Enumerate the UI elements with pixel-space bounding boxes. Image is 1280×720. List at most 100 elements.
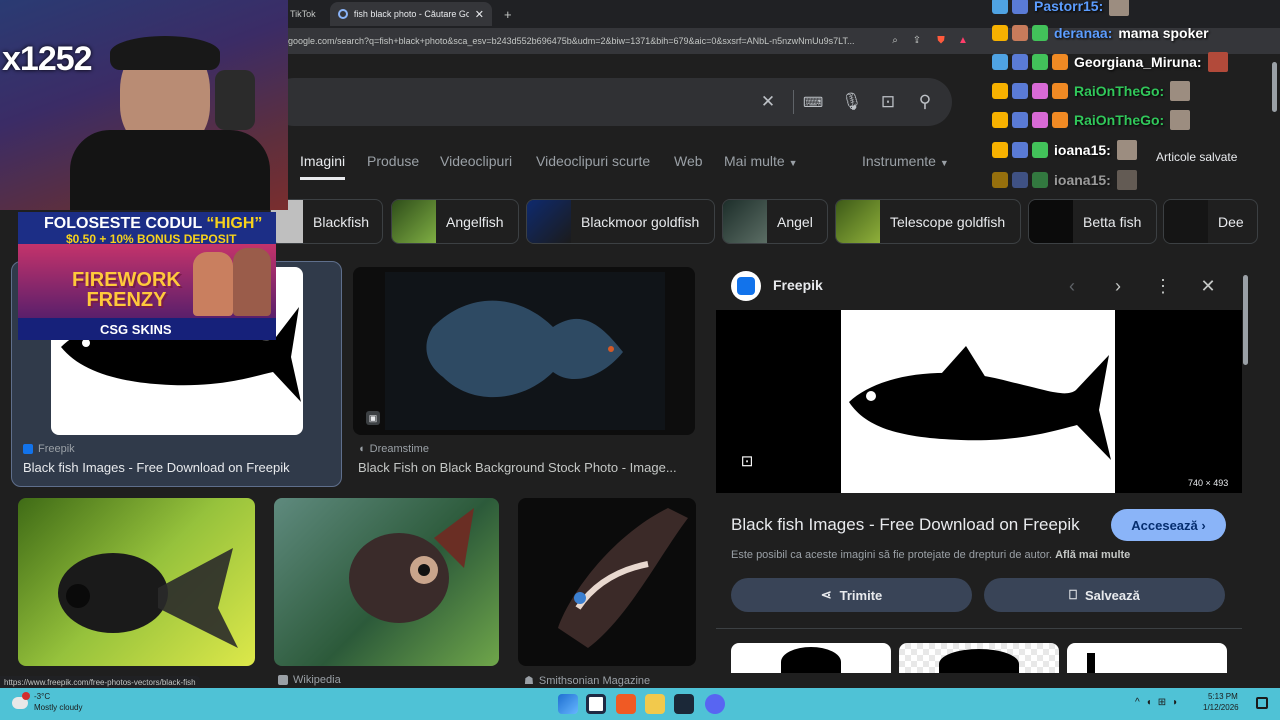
tab-images[interactable]: Imagini xyxy=(300,150,346,180)
chip-blackmoor-goldfish[interactable]: Blackmoor goldfish xyxy=(526,199,715,244)
clock-time[interactable]: 5:13 PM xyxy=(1208,692,1238,701)
tab-google-search[interactable]: fish black photo - Căutare Goog ✕ xyxy=(330,2,492,26)
chip-label: Dee xyxy=(1218,213,1244,230)
steam-icon[interactable] xyxy=(674,694,694,714)
zoom-icon[interactable]: ⌕ xyxy=(888,34,902,48)
wikipedia-icon xyxy=(278,675,288,685)
tab-web[interactable]: Web xyxy=(674,150,703,180)
more-options-icon[interactable]: ⋮ xyxy=(1151,274,1175,298)
result-source: Freepik xyxy=(23,443,75,455)
tab-products[interactable]: Produse xyxy=(367,150,419,180)
counter-overlay: x1252 xyxy=(2,40,93,78)
search-icon[interactable]: ⚲ xyxy=(915,92,935,112)
system-tray-icons[interactable]: ^◖⊞◗ xyxy=(1135,697,1195,709)
chip-thumbnail xyxy=(392,200,436,243)
tools-button[interactable]: Instrumente ▼ xyxy=(862,150,949,180)
new-tab-button[interactable]: + xyxy=(496,2,520,26)
betta-fish-image xyxy=(385,272,665,430)
lens-icon[interactable]: ⊡ xyxy=(878,92,898,112)
tab-videos[interactable]: Videoclipuri xyxy=(440,150,512,180)
tab-more[interactable]: Mai multe ▼ xyxy=(724,150,798,180)
keyboard-icon[interactable]: ⌨ xyxy=(803,92,823,112)
previous-icon[interactable]: ‹ xyxy=(1060,274,1084,298)
url-text[interactable]: google.com/search?q=fish+black+photo&sca… xyxy=(288,33,854,49)
save-button[interactable]: ⎕ Salvează xyxy=(984,578,1225,612)
result-title[interactable]: Black fish Images - Free Download on Fre… xyxy=(23,460,335,475)
chip-angel[interactable]: Angel xyxy=(722,199,828,244)
clear-search-icon[interactable]: ✕ xyxy=(758,92,778,112)
result-source: Wikipedia xyxy=(278,674,341,686)
chip-telescope-goldfish[interactable]: Telescope goldfish xyxy=(835,199,1021,244)
chat-message: Pastorr15: xyxy=(992,0,1130,17)
chip-label: Blackmoor goldfish xyxy=(581,213,700,230)
chip-angelfish[interactable]: Angelfish xyxy=(391,199,519,244)
share-icon[interactable]: ⇪ xyxy=(910,34,924,48)
chat-username: ioana15: xyxy=(1054,142,1111,158)
clock-date[interactable]: 1/12/2026 xyxy=(1203,703,1239,712)
chip-thumbnail xyxy=(723,200,767,243)
brave-icon[interactable] xyxy=(616,694,636,714)
promo-line2: $0.50 + 10% BONUS DEPOSIT xyxy=(66,232,237,246)
chip-thumbnail xyxy=(527,200,571,243)
promo-brand: CSG SKINS xyxy=(100,322,172,337)
chip-deep-sea[interactable]: Dee xyxy=(1163,199,1258,244)
next-icon[interactable]: › xyxy=(1106,274,1130,298)
smithsonian-icon: ☗ xyxy=(524,675,534,687)
blackmoor-image xyxy=(349,508,474,623)
notifications-icon[interactable] xyxy=(1256,697,1268,709)
learn-more-link[interactable]: Află mai multe xyxy=(1055,549,1130,561)
related-image[interactable] xyxy=(731,643,891,673)
result-title[interactable]: Black Fish on Black Background Stock Pho… xyxy=(358,460,693,475)
chat-message: ioana15: xyxy=(992,139,1137,161)
caret-down-icon: ▼ xyxy=(788,158,798,168)
rewards-icon[interactable]: ▲ xyxy=(956,34,970,48)
tab-label: fish black photo - Căutare Goog xyxy=(353,9,469,19)
microphone-icon[interactable]: 🎙︎ xyxy=(841,92,863,112)
chat-message: ioana15: xyxy=(992,169,1137,191)
chat-username: Pastorr15: xyxy=(1034,0,1104,14)
freepik-icon xyxy=(23,444,33,454)
result-source: ☗ Smithsonian Magazine xyxy=(524,674,650,688)
chip-betta-fish[interactable]: Betta fish xyxy=(1028,199,1157,244)
share-label: Trimite xyxy=(839,587,883,603)
chat-text: mama spoker xyxy=(1118,25,1209,41)
preview-image[interactable] xyxy=(841,310,1115,493)
discord-icon[interactable] xyxy=(705,694,725,714)
chevron-right-icon: › xyxy=(1201,517,1206,533)
tab-more-label: Mai multe xyxy=(724,153,785,169)
source-label: Wikipedia xyxy=(293,674,341,686)
related-image[interactable] xyxy=(1067,643,1227,673)
lens-search-icon[interactable]: ⊡ xyxy=(737,452,757,472)
page-scrollbar[interactable] xyxy=(1272,62,1277,112)
share-button[interactable]: ⋖ Trimite xyxy=(731,578,972,612)
result-source: ◖ Dreamstime xyxy=(358,443,429,455)
saved-items-link[interactable]: Articole salvate xyxy=(1156,150,1237,164)
close-panel-icon[interactable]: ✕ xyxy=(1196,274,1220,298)
image-dimensions: 740 × 493 xyxy=(1188,478,1229,488)
task-view-icon[interactable] xyxy=(586,694,606,714)
result-image[interactable] xyxy=(353,267,695,435)
bookmark-icon: ⎕ xyxy=(1069,587,1077,602)
result-image[interactable] xyxy=(18,498,255,666)
weather-desc[interactable]: Mostly cloudy xyxy=(34,703,82,712)
brave-shield-icon[interactable]: ⛊ xyxy=(934,34,948,48)
tab-tiktok[interactable]: TikTok xyxy=(282,2,324,26)
tab-short-videos[interactable]: Videoclipuri scurte xyxy=(536,150,650,180)
result-image[interactable] xyxy=(274,498,499,666)
black-fish-preview xyxy=(849,346,1111,460)
panel-title[interactable]: Black fish Images - Free Download on Fre… xyxy=(731,515,1080,535)
tab-label: TikTok xyxy=(290,9,316,19)
file-explorer-icon[interactable] xyxy=(645,694,665,714)
chat-message: RaiOnTheGo: xyxy=(992,80,1191,102)
visit-button[interactable]: Accesează › xyxy=(1111,509,1226,541)
close-tab-icon[interactable]: ✕ xyxy=(475,8,484,21)
chat-message: deranaa: mama spoker xyxy=(992,22,1209,44)
visit-label: Accesează xyxy=(1131,517,1198,533)
google-icon xyxy=(338,9,348,19)
related-image[interactable] xyxy=(899,643,1059,673)
panel-scrollbar[interactable] xyxy=(1243,275,1248,365)
start-icon[interactable] xyxy=(558,694,578,714)
tools-label: Instrumente xyxy=(862,153,936,169)
result-image[interactable] xyxy=(518,498,696,666)
weather-temp[interactable]: -3°C xyxy=(34,692,50,701)
